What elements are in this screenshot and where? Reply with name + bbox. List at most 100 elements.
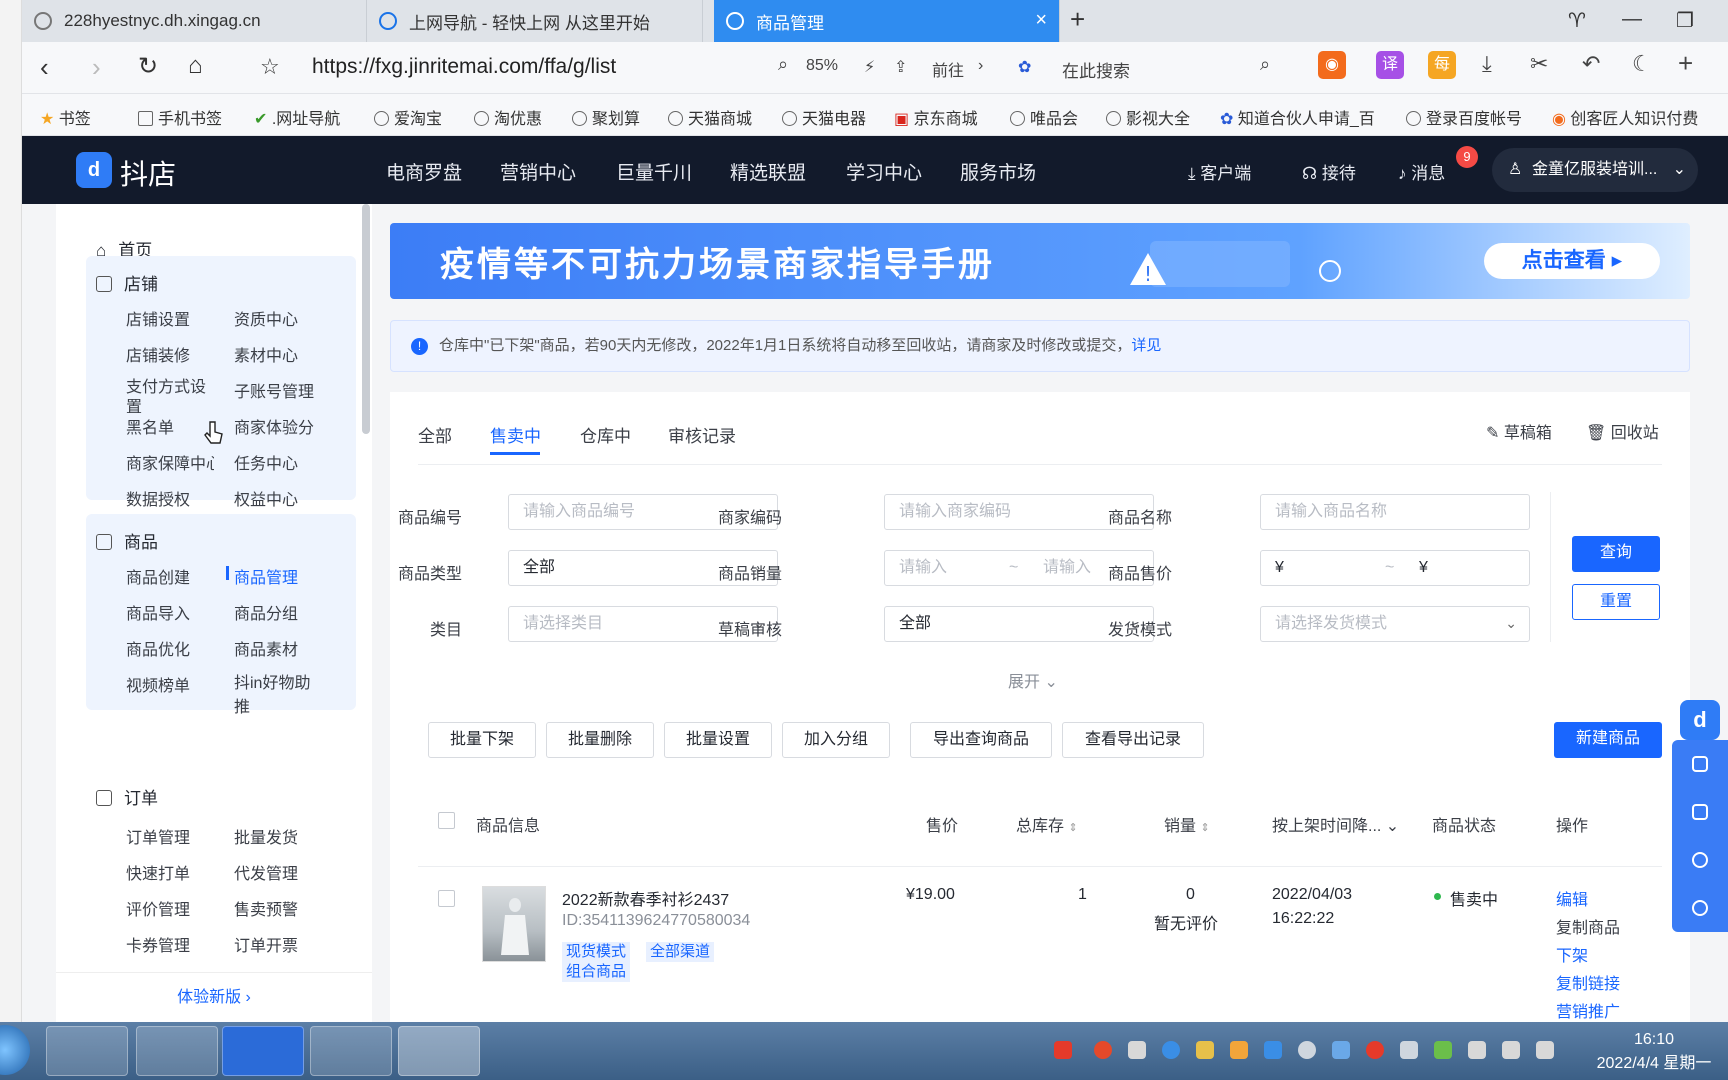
sidebar-item[interactable]: 子账号管理 xyxy=(234,378,314,402)
sidebar-item[interactable]: 商品素材 xyxy=(234,636,298,660)
sidebar-item[interactable]: 订单开票 xyxy=(234,932,298,956)
account-menu[interactable]: ♙ 金童亿服装培训... ⌄ xyxy=(1492,148,1698,192)
translate-icon[interactable]: 译 xyxy=(1376,51,1404,79)
sidebar-item-active[interactable]: 商品管理 xyxy=(234,564,298,588)
bookmark-item[interactable]: ✔ .网址导航 xyxy=(254,105,340,129)
sidebar-item[interactable]: 代发管理 xyxy=(234,860,298,884)
sidebar-item[interactable]: 视频榜单 xyxy=(126,672,190,696)
shirt-icon[interactable]: ♈ xyxy=(1568,8,1586,33)
notice-detail-link[interactable]: 详见 xyxy=(1131,337,1161,354)
reload-icon[interactable]: ↻ xyxy=(138,52,158,81)
sidebar-item[interactable]: 店铺装修 xyxy=(126,342,190,366)
bookmark-item[interactable]: ★ 书签 xyxy=(40,105,91,129)
home-icon[interactable]: ⌂ xyxy=(188,52,203,80)
taskbar-clock[interactable]: 16:10 2022/4/4 星期一 xyxy=(1584,1028,1724,1076)
shipping-mode-select[interactable]: 请选择发货模式 ⌄ xyxy=(1260,606,1530,642)
sidebar-item[interactable]: 商家体验分 xyxy=(234,414,314,438)
new-tab-button[interactable]: + xyxy=(1070,4,1085,35)
brand-name[interactable]: 抖店 xyxy=(120,153,176,193)
tray-icon[interactable] xyxy=(1366,1041,1384,1059)
minimize-button[interactable]: — xyxy=(1622,8,1642,31)
taskbar-app[interactable] xyxy=(310,1026,392,1076)
banner-view-button[interactable]: 点击查看 ▸ xyxy=(1484,243,1660,279)
bookmark-item[interactable]: 天猫商城 xyxy=(668,105,752,129)
sidebar-item[interactable]: 商品优化 xyxy=(126,636,190,660)
reset-button[interactable]: 重置 xyxy=(1572,584,1660,620)
taskbar-browser-icon[interactable] xyxy=(398,1026,480,1076)
sidebar-item[interactable]: 商品创建 xyxy=(126,564,190,588)
headset-icon[interactable] xyxy=(1692,852,1708,868)
tray-icon[interactable] xyxy=(1400,1041,1418,1059)
nav-item[interactable]: 电商罗盘 xyxy=(386,158,462,185)
search-button[interactable]: 查询 xyxy=(1572,536,1660,572)
news-icon[interactable]: 每 xyxy=(1428,51,1456,79)
info-icon[interactable] xyxy=(1692,900,1708,916)
product-title[interactable]: 2022新款春季衬衫2437 xyxy=(562,886,729,910)
sidebar-item[interactable]: 批量发货 xyxy=(234,824,298,848)
try-new-version-link[interactable]: 体验新版 › xyxy=(56,972,372,1022)
mail-icon[interactable] xyxy=(1692,804,1708,820)
sidebar-item[interactable]: 商家保障中心 xyxy=(126,450,214,474)
tray-icon[interactable] xyxy=(1264,1041,1282,1059)
reception[interactable]: ☊ 接待 xyxy=(1302,159,1356,184)
sidebar-item[interactable]: 任务中心 xyxy=(234,450,298,474)
bookmark-item[interactable]: 手机书签 xyxy=(138,105,222,129)
tray-icon[interactable] xyxy=(1332,1041,1350,1059)
plus-icon[interactable]: + xyxy=(1678,48,1693,79)
bookmark-item[interactable]: 天猫电器 xyxy=(782,105,866,129)
go-button[interactable]: 前往 xyxy=(932,57,964,81)
sidebar-item[interactable]: 快速打单 xyxy=(126,860,190,884)
url-field[interactable]: https://fxg.jinritemai.com/ffa/g/list xyxy=(312,55,616,79)
row-checkbox[interactable] xyxy=(438,890,455,907)
sidebar-scrollbar[interactable] xyxy=(362,204,370,434)
nav-item[interactable]: 营销中心 xyxy=(500,158,576,185)
zoom-level[interactable]: 85% xyxy=(806,57,838,75)
taskbar-app[interactable] xyxy=(46,1026,128,1076)
product-name-input[interactable]: 请输入商品名称 xyxy=(1260,494,1530,530)
browser-tab-3-active[interactable]: 商品管理 × xyxy=(714,0,1060,42)
sidebar-item[interactable]: 数据授权 xyxy=(126,486,190,510)
close-tab-icon[interactable]: × xyxy=(1035,9,1047,32)
browser-tab-1[interactable]: 228hyestnyc.dh.xingag.cn xyxy=(22,0,367,42)
bookmark-item[interactable]: 唯品会 xyxy=(1010,105,1078,129)
copy-product-link[interactable]: 复制商品 xyxy=(1556,914,1620,938)
bookmark-item[interactable]: ✿ 知道合伙人申请_百 xyxy=(1220,105,1400,129)
sidebar-item[interactable]: 卡券管理 xyxy=(126,932,190,956)
tab-warehouse[interactable]: 仓库中 xyxy=(580,422,631,447)
unlist-link[interactable]: 下架 xyxy=(1556,942,1588,966)
column-header-dropdown[interactable]: 按上架时间降... ⌄ xyxy=(1272,812,1399,836)
bookmark-item[interactable]: 淘优惠 xyxy=(474,105,542,129)
column-header-sortable[interactable]: 总库存 ⇕ xyxy=(1016,812,1078,836)
nav-item[interactable]: 服务市场 xyxy=(960,158,1036,185)
taskbar-wps-icon[interactable] xyxy=(222,1026,304,1076)
tray-icon[interactable] xyxy=(1094,1041,1112,1059)
promo-banner[interactable]: 疫情等不可抗力场景商家指导手册 ! 点击查看 ▸ xyxy=(390,223,1690,299)
batch-unlist-button[interactable]: 批量下架 xyxy=(428,722,536,758)
tab-on-sale[interactable]: 售卖中 xyxy=(490,422,541,447)
bookmark-item[interactable]: 影视大全 xyxy=(1106,105,1190,129)
messages[interactable]: ♪ 消息 xyxy=(1398,159,1445,184)
sidebar-item[interactable]: 评价管理 xyxy=(126,896,190,920)
sidebar-item[interactable]: 商品导入 xyxy=(126,600,190,624)
bookmark-item[interactable]: 登录百度帐号 xyxy=(1406,105,1522,129)
sidebar-item[interactable]: 订单管理 xyxy=(126,824,190,848)
lightning-icon[interactable]: ⚡ xyxy=(864,57,875,77)
batch-settings-button[interactable]: 批量设置 xyxy=(664,722,772,758)
tray-icon[interactable] xyxy=(1196,1041,1214,1059)
sidebar-item[interactable]: 支付方式设置 xyxy=(126,378,214,418)
price-range-input[interactable]: ¥ ~ ¥ xyxy=(1260,550,1530,586)
bookmark-item[interactable]: ▣ 京东商城 xyxy=(894,105,978,129)
download-icon[interactable]: ⤓ xyxy=(1482,51,1492,77)
tab-all[interactable]: 全部 xyxy=(418,422,452,447)
game-icon[interactable]: ◉ xyxy=(1318,51,1346,79)
back-icon[interactable]: ‹ xyxy=(40,52,49,83)
nav-item[interactable]: 巨量千川 xyxy=(616,158,692,185)
expand-filters-link[interactable]: 展开 ⌄ xyxy=(1008,668,1058,692)
sidebar-item[interactable]: 黑名单 xyxy=(126,414,175,438)
sidebar-item[interactable]: 售卖预警 xyxy=(234,896,298,920)
restore-button[interactable]: ❐ xyxy=(1676,8,1694,33)
paw-icon[interactable]: ✿ xyxy=(1018,57,1031,77)
nav-item[interactable]: 学习中心 xyxy=(846,158,922,185)
add-to-group-button[interactable]: 加入分组 xyxy=(782,722,890,758)
sidebar-item[interactable]: 商品分组 xyxy=(234,600,298,624)
